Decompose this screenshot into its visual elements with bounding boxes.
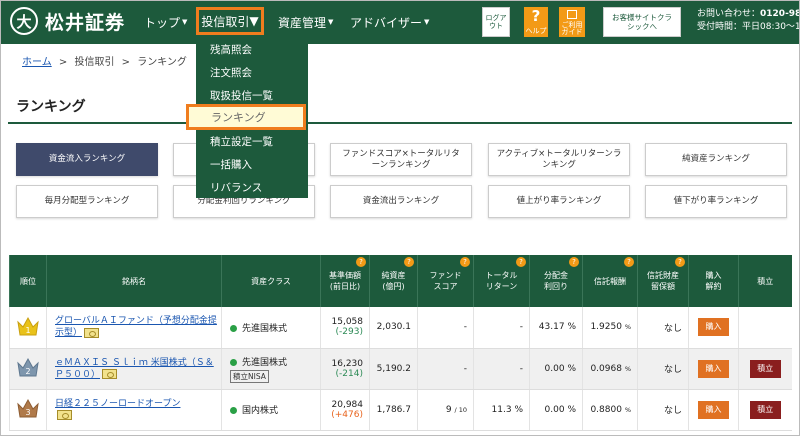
window-frame bbox=[0, 0, 800, 436]
